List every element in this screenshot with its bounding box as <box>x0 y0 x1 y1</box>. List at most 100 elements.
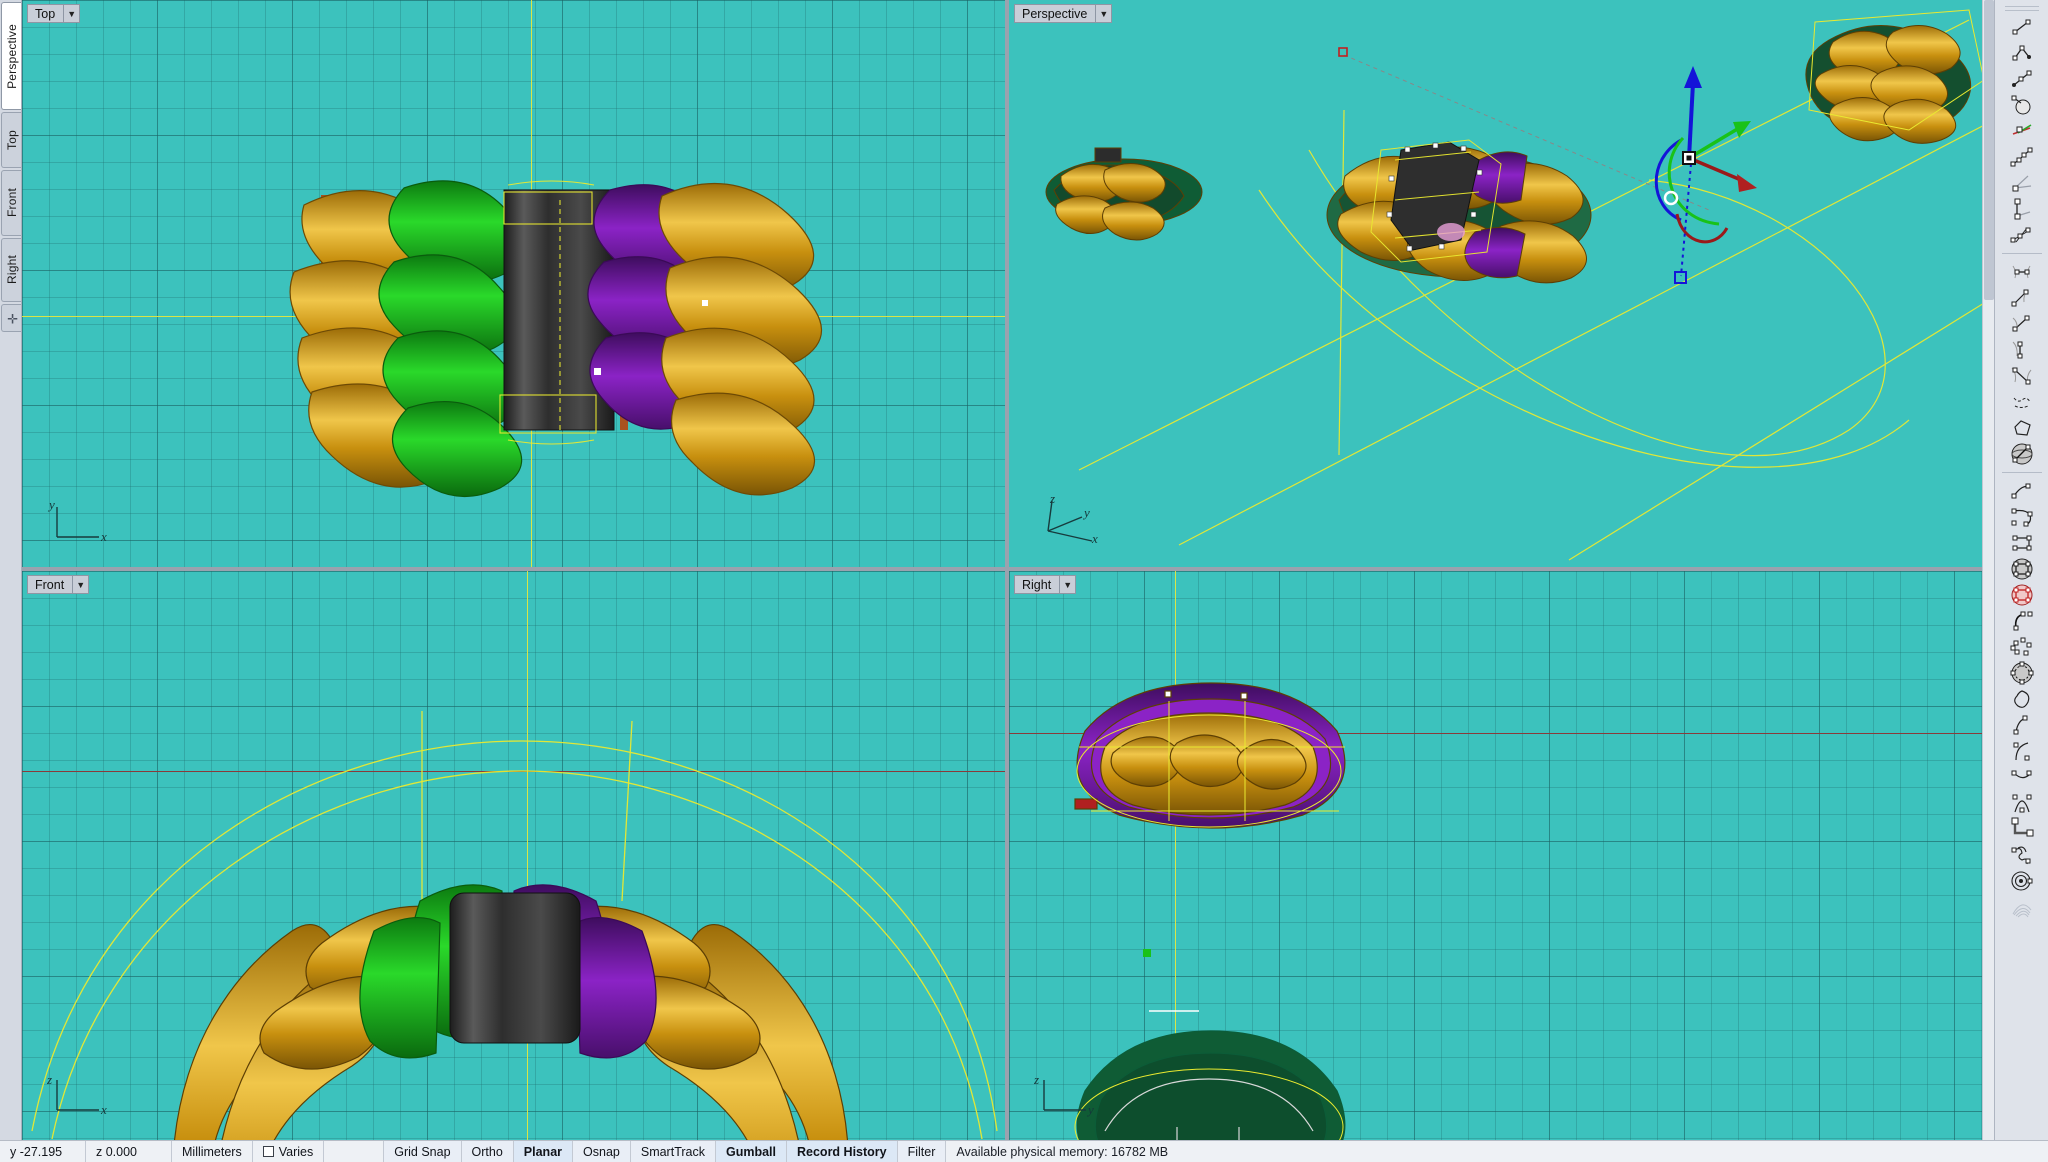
axis-indicator-front: z x <box>47 1072 107 1117</box>
layer-visibility-checkbox[interactable] <box>262 1146 274 1157</box>
spiral-icon[interactable] <box>2007 868 2037 894</box>
parabola-icon[interactable] <box>2007 790 2037 816</box>
line-normal-surface-icon[interactable] <box>2007 118 2037 144</box>
rectangle-round-icon[interactable] <box>2007 556 2037 582</box>
model-instance-upper-right <box>1805 9 1985 144</box>
toolbar-drag-handle[interactable] <box>2004 6 2039 11</box>
curve-interpolate-icon[interactable] <box>2007 478 2037 504</box>
line-angle-icon[interactable] <box>2007 170 2037 196</box>
line-segments-icon[interactable] <box>2007 66 2037 92</box>
viewport-right[interactable]: Right ▼ z y <box>1009 571 1994 1140</box>
curve-through-points-icon[interactable] <box>2007 608 2037 634</box>
viewport-tab-strip: Perspective Top Front Right ✛ <box>0 0 22 1140</box>
axis-indicator-right: z y <box>1034 1072 1094 1117</box>
line-vertical-icon[interactable] <box>2007 337 2037 363</box>
chevron-down-icon[interactable]: ▼ <box>72 576 88 593</box>
line-tangent-two-curves-icon[interactable] <box>2007 363 2037 389</box>
axis-label-z: z <box>47 1072 52 1087</box>
rectangle-red-icon[interactable] <box>2007 582 2037 608</box>
sidebar-tab-perspective[interactable]: Perspective <box>1 2 21 110</box>
status-spacer <box>324 1141 385 1162</box>
status-toggle-planar[interactable]: Planar <box>513 1141 574 1162</box>
model-instance-center <box>1326 141 1592 284</box>
sidebar-tab-front-label: Front <box>4 188 19 218</box>
helix-icon[interactable] <box>2007 842 2037 868</box>
viewport-front-title-tab[interactable]: Front ▼ <box>27 575 90 594</box>
chevron-down-icon[interactable]: ▼ <box>1059 576 1075 593</box>
chevron-down-icon[interactable]: ▼ <box>1095 5 1111 22</box>
viewport-top-grid <box>22 0 1005 567</box>
viewport-front[interactable]: Front ▼ z x <box>22 571 1005 1140</box>
sidebar-tab-perspective-label: Perspective <box>4 23 19 89</box>
sidebar-tab-top[interactable]: Top <box>1 112 21 168</box>
rectangle-center-icon[interactable] <box>2007 530 2037 556</box>
viewport-top[interactable]: Top ▼ y x <box>22 0 1005 567</box>
curve-arc-icon[interactable] <box>2007 738 2037 764</box>
toolbar-scrollbar[interactable] <box>1982 0 1994 1140</box>
blob-curve-icon[interactable] <box>2007 686 2037 712</box>
line-tangent-icon[interactable] <box>2007 311 2037 337</box>
axis-indicator-top: y x <box>47 499 107 544</box>
viewport-right-title-tab[interactable]: Right ▼ <box>1014 575 1077 594</box>
status-toggle-grid-snap[interactable]: Grid Snap <box>384 1141 462 1162</box>
line-tangent-circle-icon[interactable] <box>2007 92 2037 118</box>
polyline-icon[interactable] <box>2007 40 2037 66</box>
polygon-icon[interactable] <box>2007 415 2037 441</box>
status-toggle-osnap[interactable]: Osnap <box>573 1141 631 1162</box>
viewport-container: Top ▼ y x Perspective ▼ z y x Front ▼ z … <box>22 0 1994 1140</box>
axis-label-y: y <box>1082 505 1090 520</box>
curve-sketch-icon[interactable] <box>2007 389 2037 415</box>
arc-series-icon[interactable] <box>2007 894 2037 920</box>
sidebar-tab-front[interactable]: Front <box>1 170 21 236</box>
status-memory: Available physical memory: 16782 MB <box>956 1144 1169 1159</box>
chevron-down-icon[interactable]: ▼ <box>63 5 79 22</box>
status-bar: y -27.195 z 0.000 Millimeters Varies Gri… <box>0 1140 2048 1162</box>
curve-points-loop-icon[interactable] <box>2007 634 2037 660</box>
axis-label-y: y <box>1086 1102 1094 1117</box>
line-bisector-icon[interactable] <box>2007 285 2037 311</box>
model-instance-left <box>1045 147 1203 241</box>
viewport-perspective-scene <box>1045 9 1994 561</box>
axis-label-x: x <box>100 529 107 544</box>
status-coord-z: z 0.000 <box>86 1141 172 1162</box>
toolbar-scrollbar-thumb[interactable] <box>1984 0 1994 300</box>
rectangle-corner-icon[interactable] <box>2007 504 2037 530</box>
viewport-perspective[interactable]: Perspective ▼ z y x <box>1009 0 1994 567</box>
line-between-curves-icon[interactable] <box>2007 259 2037 285</box>
cplane-axis-y-top <box>531 0 532 567</box>
add-viewport-tab-button[interactable]: ✛ <box>1 304 21 332</box>
viewport-front-grid <box>22 571 1005 1140</box>
gumball-menu-dot <box>1338 47 1348 57</box>
axis-label-x: x <box>100 1102 107 1117</box>
cplane-axis-x-top <box>22 316 1005 317</box>
add-viewport-tab-label: ✛ <box>4 310 19 326</box>
status-toggle-ortho[interactable]: Ortho <box>461 1141 514 1162</box>
curve-fillet-icon[interactable] <box>2007 764 2037 790</box>
sidebar-tab-top-label: Top <box>4 130 19 150</box>
sphere-wire-icon[interactable] <box>2007 441 2037 467</box>
viewport-right-grid <box>1009 571 1994 1140</box>
status-toggle-gumball[interactable]: Gumball <box>715 1141 787 1162</box>
status-layer[interactable]: Varies <box>253 1141 325 1162</box>
sidebar-tab-right-label: Right <box>4 255 19 285</box>
status-toggle-smarttrack[interactable]: SmartTrack <box>630 1141 716 1162</box>
status-toggle-filter[interactable]: Filter <box>897 1141 947 1162</box>
curve-handle-icon[interactable] <box>2007 712 2037 738</box>
status-toggle-record-history[interactable]: Record History <box>787 1141 898 1162</box>
cplane-axis-x-front <box>22 771 1005 772</box>
line-perpendicular-icon[interactable] <box>2007 196 2037 222</box>
status-units[interactable]: Millimeters <box>172 1141 253 1162</box>
polyline-multi-icon[interactable] <box>2007 144 2037 170</box>
viewport-perspective-title-tab[interactable]: Perspective ▼ <box>1014 4 1113 23</box>
viewport-top-title-tab[interactable]: Top ▼ <box>27 4 81 23</box>
line-single-icon[interactable] <box>2007 14 2037 40</box>
circle-points-icon[interactable] <box>2007 660 2037 686</box>
sidebar-tab-right[interactable]: Right <box>1 238 21 302</box>
rhino-application-window: Perspective Top Front Right ✛ Top ▼ y x … <box>0 0 2048 1162</box>
cplane-axis-y-right <box>1009 733 1994 734</box>
viewport-front-title-label: Front <box>35 578 65 592</box>
line-network-icon[interactable] <box>2007 222 2037 248</box>
toolbar-separator <box>2001 253 2042 254</box>
corner-polyline-icon[interactable] <box>2007 816 2037 842</box>
cplane-axis-z-front <box>527 571 528 1140</box>
